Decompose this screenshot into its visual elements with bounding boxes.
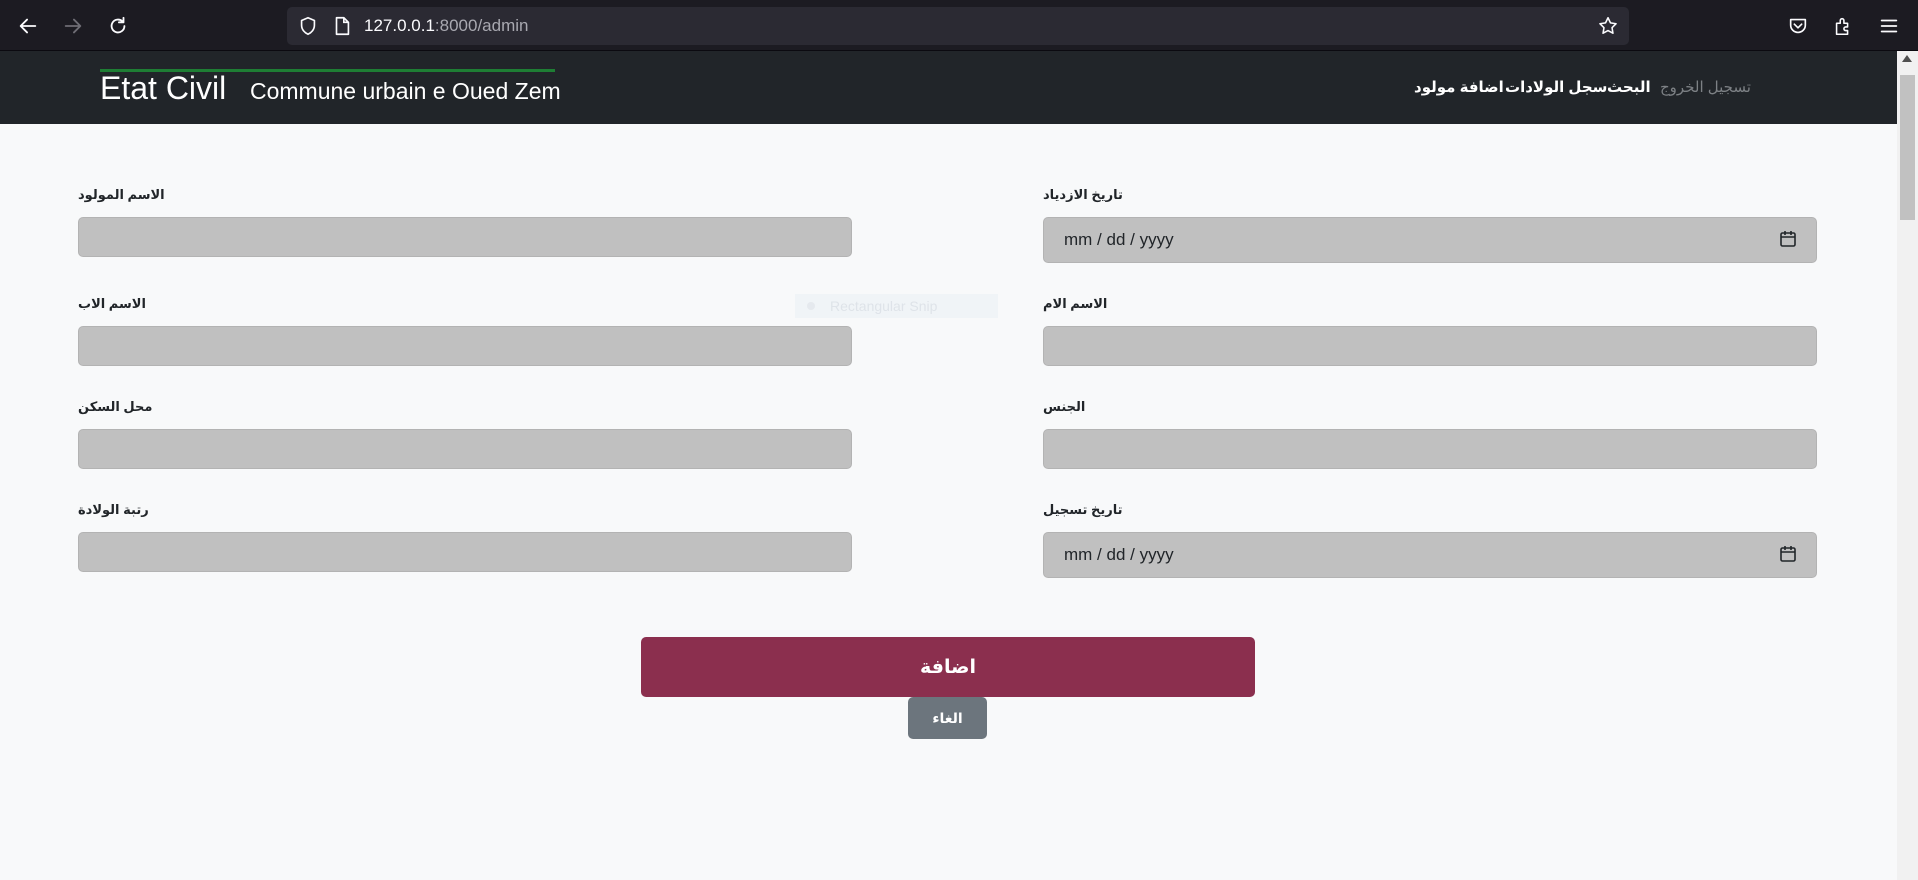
app-navbar: Etat Civil Commune urbain e Oued Zem تسج… xyxy=(0,51,1897,124)
submit-button[interactable]: اضافة xyxy=(641,637,1255,697)
browser-toolbar: 127.0.0.1:8000/admin xyxy=(0,0,1918,51)
url-text[interactable]: 127.0.0.1:8000/admin xyxy=(364,16,528,36)
registration-date-input[interactable]: mm / dd / yyyy xyxy=(1043,532,1817,578)
nav-logout[interactable]: تسجيل الخروج xyxy=(1660,78,1751,96)
page-icon[interactable] xyxy=(332,15,352,42)
snip-tooltip: Rectangular Snip xyxy=(795,294,998,318)
birth-order-label: رتبة الولادة xyxy=(78,502,149,517)
address-bar[interactable]: 127.0.0.1:8000/admin xyxy=(287,7,1629,45)
birth-date-input[interactable]: mm / dd / yyyy xyxy=(1043,217,1817,263)
brand-title[interactable]: Etat Civil xyxy=(100,70,226,107)
calendar-icon[interactable] xyxy=(1778,544,1798,569)
snip-tooltip-text: Rectangular Snip xyxy=(830,298,938,314)
brand-subtitle: Commune urbain e Oued Zem xyxy=(250,78,561,104)
back-arrow-icon[interactable] xyxy=(15,13,41,39)
url-host: 127.0.0.1 xyxy=(364,16,435,35)
cancel-button[interactable]: الغاء xyxy=(908,697,987,739)
shield-icon[interactable] xyxy=(297,15,319,42)
nav-add-newborn[interactable]: اضافة مولود xyxy=(1414,78,1504,96)
reload-icon[interactable] xyxy=(105,13,131,39)
birth-date-placeholder: mm / dd / yyyy xyxy=(1064,230,1174,249)
mother-name-label: الاسم الام xyxy=(1043,296,1108,311)
scrollbar-thumb[interactable] xyxy=(1900,75,1915,220)
scroll-up-arrow-icon[interactable] xyxy=(1902,55,1912,62)
residence-input[interactable] xyxy=(78,429,852,469)
gender-input[interactable] xyxy=(1043,429,1817,469)
birth-date-label: تاريخ الازدياد xyxy=(1043,187,1123,202)
father-name-label: الاسم الاب xyxy=(78,296,146,311)
residence-label: محل السكن xyxy=(78,399,153,414)
snip-icon xyxy=(807,302,815,310)
father-name-input[interactable] xyxy=(78,326,852,366)
bookmark-star-icon[interactable] xyxy=(1597,15,1619,42)
registration-date-label: تاريخ تسجيل xyxy=(1043,502,1123,517)
menu-icon[interactable] xyxy=(1876,13,1902,39)
calendar-icon[interactable] xyxy=(1778,229,1798,254)
newborn-name-input[interactable] xyxy=(78,217,852,257)
forward-arrow-icon[interactable] xyxy=(60,13,86,39)
mother-name-input[interactable] xyxy=(1043,326,1817,366)
gender-label: الجنس xyxy=(1043,399,1086,414)
nav-search[interactable]: البحث xyxy=(1607,78,1651,96)
newborn-name-label: الاسم المولود xyxy=(78,187,165,202)
pocket-icon[interactable] xyxy=(1785,13,1811,39)
nav-births-registry[interactable]: سجل الولادات xyxy=(1505,78,1607,96)
extensions-icon[interactable] xyxy=(1830,13,1856,39)
url-path: :8000/admin xyxy=(434,16,529,35)
page-scrollbar[interactable] xyxy=(1897,51,1918,880)
birth-order-input[interactable] xyxy=(78,532,852,572)
registration-date-placeholder: mm / dd / yyyy xyxy=(1064,545,1174,564)
